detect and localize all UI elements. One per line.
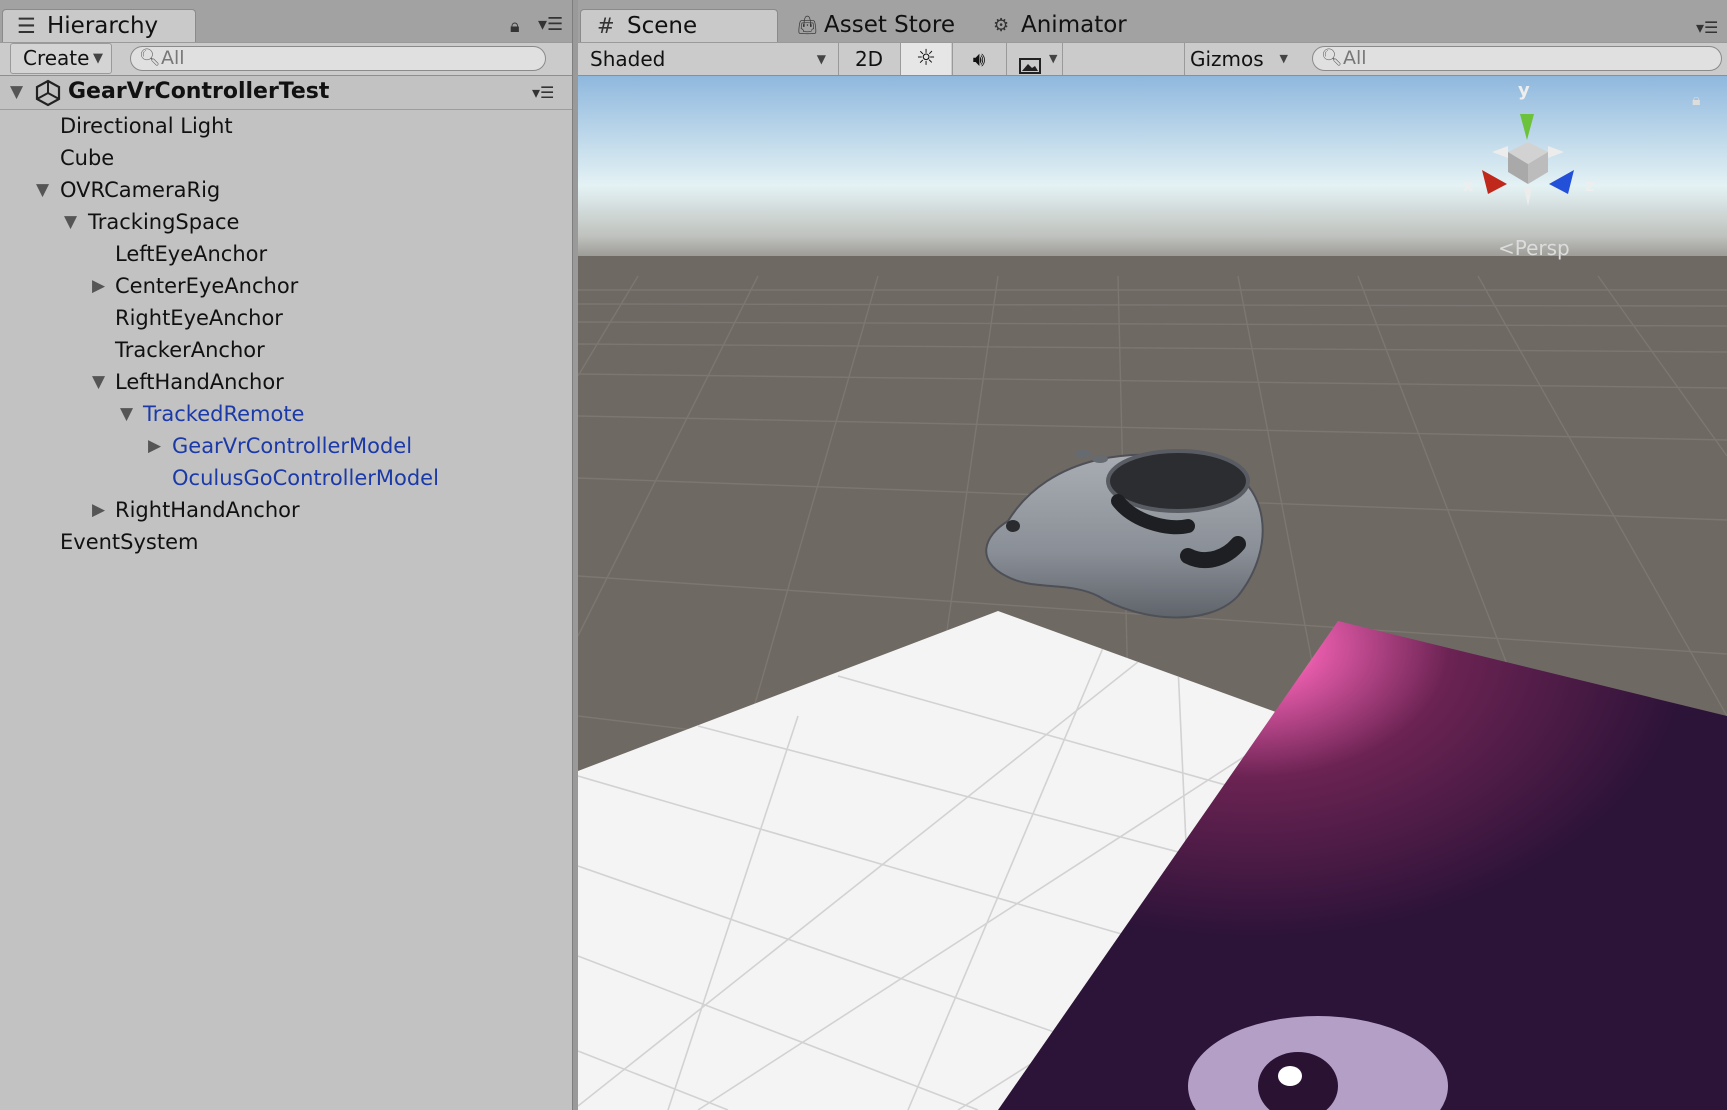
gizmo-axis-z-label: z <box>1585 176 1595 195</box>
create-label: Create <box>23 46 90 70</box>
toolbar-separator <box>1062 43 1063 75</box>
hierarchy-toolbar: Create ▼ 🔍︎ All <box>0 42 572 76</box>
toggle-2d-button[interactable]: 2D <box>840 43 898 75</box>
hierarchy-item-ovrcamerarig[interactable]: OVRCameraRig <box>60 174 220 206</box>
collapse-arrow-icon[interactable]: ▶ <box>92 494 105 526</box>
scene-viewport[interactable]: y x z 🔒︎ <Persp <box>578 76 1727 1110</box>
hierarchy-tab-bar: ☰ Hierarchy 🔒︎ ▾☰ <box>0 0 572 42</box>
dropdown-arrow-icon: ▼ <box>93 51 103 66</box>
scene-panel: # Scene 👜︎ Asset Store ⚙︎ Animator ▾☰ Sh… <box>578 0 1727 1110</box>
tab-scene[interactable]: # Scene <box>580 9 778 42</box>
hierarchy-search-input[interactable]: 🔍︎ All <box>130 46 546 71</box>
draw-mode-dropdown[interactable]: Shaded ▼ <box>590 43 830 75</box>
scene-menu-icon[interactable]: ▾☰ <box>532 83 554 102</box>
expand-arrow-icon[interactable]: ▼ <box>120 398 133 430</box>
tab-hierarchy[interactable]: ☰ Hierarchy <box>2 9 196 42</box>
projection-toggle[interactable]: <Persp <box>1498 236 1570 260</box>
hierarchy-item-label: LeftHandAnchor <box>115 370 284 394</box>
image-icon <box>1019 51 1041 74</box>
hierarchy-item-label: GearVrControllerModel <box>172 434 413 458</box>
hierarchy-item-label: RightEyeAnchor <box>115 306 283 330</box>
scene-tab-bar: # Scene 👜︎ Asset Store ⚙︎ Animator ▾☰ <box>578 0 1727 42</box>
hierarchy-item-lefteyeanchor[interactable]: LeftEyeAnchor <box>115 238 267 270</box>
scene-name: GearVrControllerTest <box>68 79 330 104</box>
tab-asset-store[interactable]: 👜︎ Asset Store <box>796 9 966 42</box>
scene-search-input[interactable]: 🔍︎ All <box>1312 46 1722 71</box>
hierarchy-item-cube[interactable]: Cube <box>60 142 114 174</box>
panel-menu-icon[interactable]: ▾☰ <box>538 14 563 35</box>
character-eye-highlight <box>1278 1066 1302 1086</box>
hierarchy-item-righteyeanchor[interactable]: RightEyeAnchor <box>115 302 283 334</box>
hierarchy-item-label: OculusGoControllerModel <box>172 466 439 490</box>
tab-animator[interactable]: ⚙︎ Animator <box>993 9 1143 42</box>
hierarchy-item-trackeranchor[interactable]: TrackerAnchor <box>115 334 265 366</box>
hierarchy-item-oculusgocontrollermodel[interactable]: OculusGoControllerModel <box>172 462 439 494</box>
gizmos-dropdown[interactable]: Gizmos ▼ <box>1190 43 1294 75</box>
audio-toggle-button[interactable]: 🔊︎ <box>953 43 1005 75</box>
hierarchy-item-label: Cube <box>60 146 115 170</box>
tab-animator-label: Animator <box>1021 12 1127 38</box>
animator-icon: ⚙︎ <box>993 15 1010 36</box>
gizmos-label: Gizmos <box>1190 47 1264 71</box>
hierarchy-item-trackedremote[interactable]: TrackedRemote <box>143 398 304 430</box>
gizmo-axis-x-label: x <box>1463 176 1474 195</box>
effects-dropdown[interactable]: ▼ <box>1007 43 1061 75</box>
hierarchy-item-label: Directional Light <box>60 114 233 138</box>
lock-icon[interactable]: 🔒︎ <box>1692 90 1701 110</box>
hierarchy-item-eventsystem[interactable]: EventSystem <box>60 526 198 558</box>
dropdown-arrow-icon: ▼ <box>1279 52 1288 65</box>
panel-menu-icon[interactable]: ▾☰ <box>1696 18 1718 37</box>
hierarchy-item-label: TrackingSpace <box>88 210 240 234</box>
hierarchy-item-label: TrackerAnchor <box>115 338 265 362</box>
toolbar-separator <box>838 43 839 75</box>
dropdown-arrow-icon: ▼ <box>816 52 826 66</box>
shopping-bag-icon: 👜︎ <box>796 15 819 36</box>
scene-root-row[interactable]: ▼ GearVrControllerTest ▾☰ <box>0 76 572 110</box>
hierarchy-item-trackingspace[interactable]: TrackingSpace <box>88 206 239 238</box>
tab-scene-label: Scene <box>627 13 698 39</box>
lock-icon[interactable]: 🔒︎ <box>510 16 520 37</box>
collapse-arrow-icon[interactable]: ▶ <box>148 430 161 462</box>
scene-render <box>578 76 1727 1110</box>
search-placeholder: All <box>161 47 185 69</box>
dropdown-arrow-icon: ▼ <box>1049 52 1058 65</box>
search-icon: 🔍︎ <box>139 48 161 68</box>
list-icon: ☰ <box>17 14 36 38</box>
hierarchy-item-label: TrackedRemote <box>143 402 305 426</box>
hierarchy-item-label: CenterEyeAnchor <box>115 274 299 298</box>
draw-mode-label: Shaded <box>590 47 666 71</box>
expand-arrow-icon[interactable]: ▼ <box>64 206 77 238</box>
search-placeholder: All <box>1343 47 1367 69</box>
hierarchy-panel: ☰ Hierarchy 🔒︎ ▾☰ Create ▼ 🔍︎ All ▼ Gear… <box>0 0 572 1110</box>
scene-toolbar: Shaded ▼ 2D ☼ 🔊︎ ▼ Gizmos ▼ 🔍︎ All <box>578 42 1727 76</box>
expand-arrow-icon[interactable]: ▼ <box>92 366 105 398</box>
grid-icon: # <box>597 14 615 38</box>
gizmo-axis-y-label: y <box>1518 80 1530 101</box>
hierarchy-item-label: OVRCameraRig <box>60 178 221 202</box>
toolbar-separator <box>1184 43 1185 75</box>
unity-scene-icon <box>34 79 62 107</box>
hierarchy-item-directional-light[interactable]: Directional Light <box>60 110 233 142</box>
tab-asset-store-label: Asset Store <box>824 12 955 38</box>
persp-chevron-icon: < <box>1498 236 1515 260</box>
speaker-icon: 🔊︎ <box>972 47 986 71</box>
hierarchy-item-label: EventSystem <box>60 530 199 554</box>
tab-hierarchy-label: Hierarchy <box>47 13 159 39</box>
lighting-toggle-button[interactable]: ☼ <box>901 43 951 75</box>
hierarchy-item-lefthandanchor[interactable]: LeftHandAnchor <box>115 366 284 398</box>
projection-label: Persp <box>1514 236 1570 260</box>
expand-arrow-icon[interactable]: ▼ <box>10 76 23 108</box>
toggle-2d-label: 2D <box>854 47 884 71</box>
hierarchy-item-gearvrcontrollermodel[interactable]: GearVrControllerModel <box>172 430 412 462</box>
hierarchy-item-righthandanchor[interactable]: RightHandAnchor <box>115 494 300 526</box>
sun-icon: ☼ <box>916 46 936 71</box>
hierarchy-item-label: LeftEyeAnchor <box>115 242 268 266</box>
search-icon: 🔍︎ <box>1321 48 1343 68</box>
collapse-arrow-icon[interactable]: ▶ <box>92 270 105 302</box>
hierarchy-item-label: RightHandAnchor <box>115 498 300 522</box>
hierarchy-item-centereyeanchor[interactable]: CenterEyeAnchor <box>115 270 298 302</box>
create-dropdown[interactable]: Create ▼ <box>10 43 112 74</box>
expand-arrow-icon[interactable]: ▼ <box>36 174 49 206</box>
